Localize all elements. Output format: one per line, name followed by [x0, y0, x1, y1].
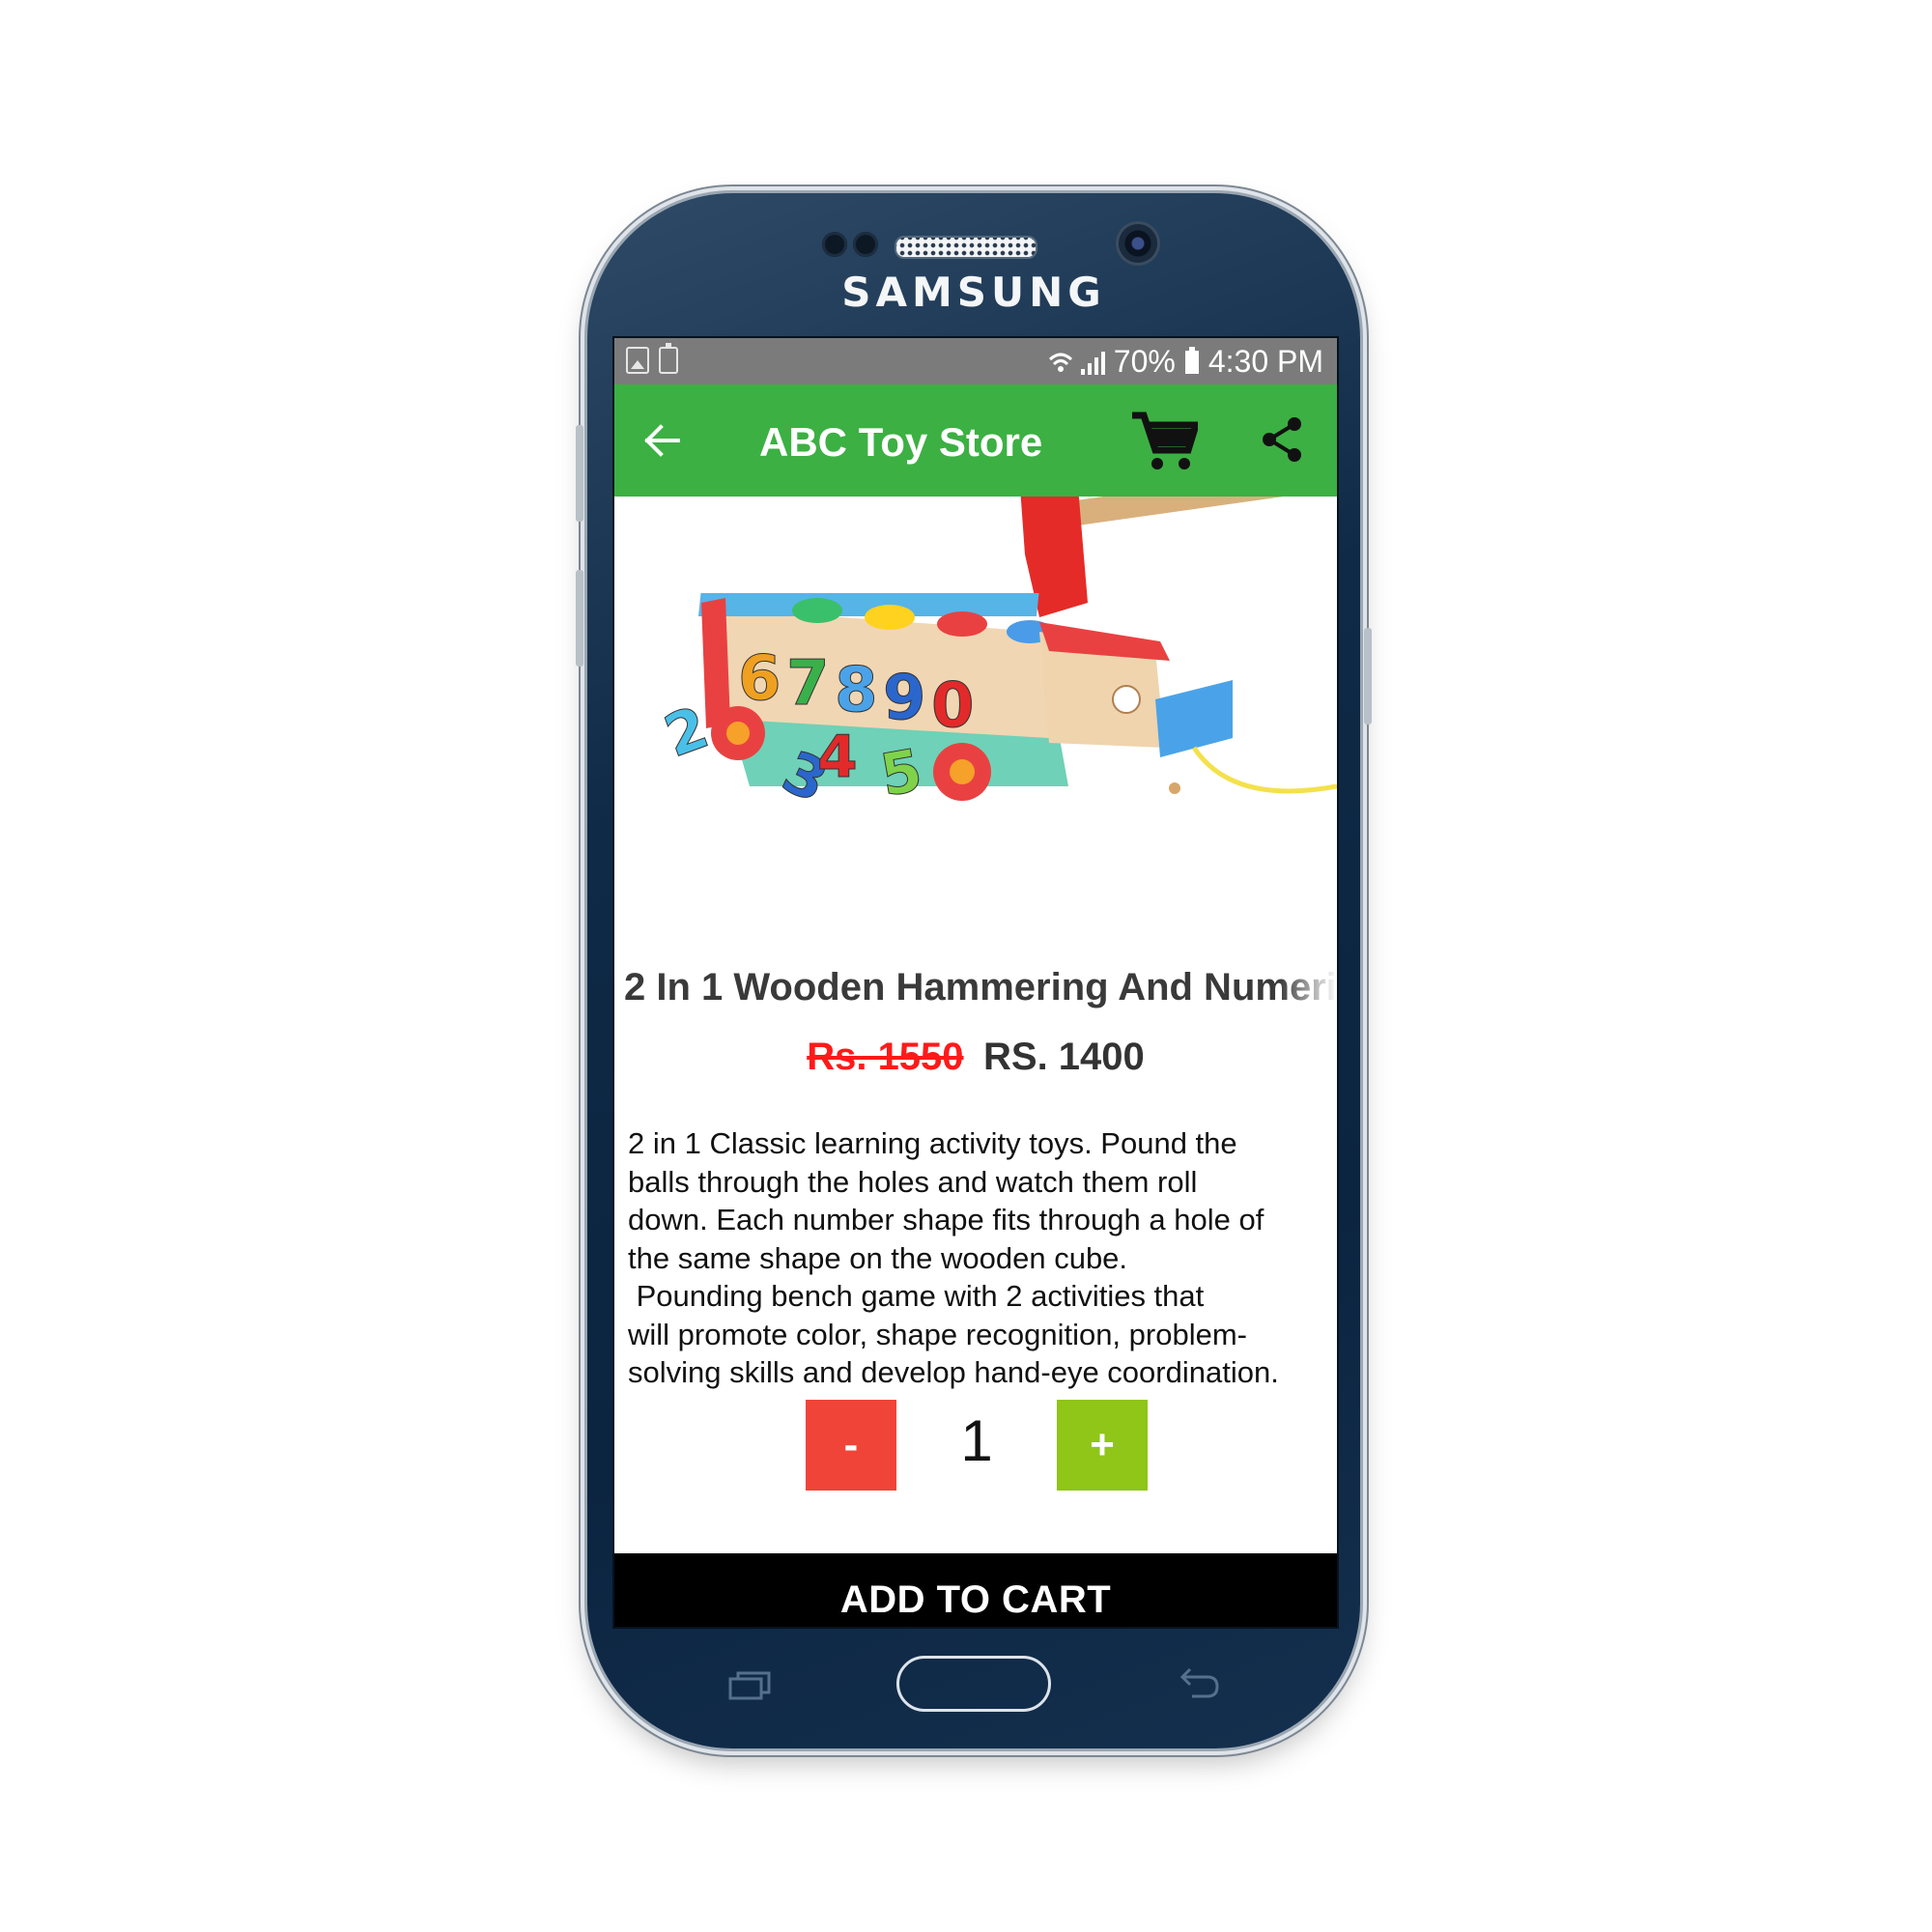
original-price: Rs. 1550	[807, 1036, 964, 1078]
loose-number-4: 4	[817, 724, 858, 791]
recent-apps-icon[interactable]	[728, 1671, 771, 1700]
notification-icons	[626, 343, 678, 374]
battery-icon	[1184, 346, 1199, 374]
volume-up-button	[576, 425, 583, 522]
price-row: Rs. 1550 RS. 1400	[614, 1032, 1337, 1082]
app-title: ABC Toy Store	[759, 419, 1043, 465]
power-button	[1364, 628, 1372, 724]
app-bar: ABC Toy Store	[614, 384, 1337, 497]
product-title: 2 In 1 Wooden Hammering And Numeric	[624, 966, 1337, 1009]
sale-price: RS. 1400	[983, 1036, 1145, 1078]
earpiece-speaker	[895, 236, 1037, 259]
toy-number-9: 9	[883, 663, 926, 734]
share-icon[interactable]	[1260, 415, 1304, 464]
toy-number-7: 7	[786, 648, 830, 720]
recycle-notification-icon	[659, 343, 678, 374]
shopping-cart-icon[interactable]	[1130, 410, 1198, 473]
battery-percent: 70%	[1113, 344, 1176, 379]
status-indicators: 70% 4:30 PM	[1048, 344, 1323, 380]
front-camera	[1119, 224, 1157, 263]
volume-down-button	[576, 570, 583, 667]
clock: 4:30 PM	[1208, 344, 1323, 379]
screen: 70% 4:30 PM ABC Toy Store 6 7 8 9 0 2 3 …	[612, 336, 1339, 1629]
increase-quantity-button[interactable]: +	[1057, 1399, 1148, 1491]
toy-number-0: 0	[931, 670, 975, 742]
home-button[interactable]	[896, 1656, 1051, 1712]
product-image[interactable]: 6 7 8 9 0 2 3 4 5	[614, 497, 1337, 960]
quantity-value: 1	[960, 1407, 993, 1473]
light-sensor	[853, 232, 878, 257]
toy-number-8: 8	[835, 655, 878, 726]
signal-icon	[1079, 348, 1108, 377]
wifi-icon	[1048, 348, 1073, 377]
status-bar: 70% 4:30 PM	[614, 338, 1337, 384]
product-description: 2 in 1 Classic learning activity toys. P…	[628, 1126, 1279, 1389]
phone-frame: SAMSUNG 70% 4:30 PM ABC Toy Store 6 7 8 …	[576, 193, 1372, 1748]
brand-logo: SAMSUNG	[841, 269, 1106, 316]
proximity-sensor	[822, 232, 847, 257]
add-to-cart-button[interactable]: ADD TO CART	[614, 1553, 1337, 1627]
gallery-notification-icon	[626, 347, 649, 374]
back-arrow-icon[interactable]	[643, 423, 682, 458]
toy-number-6: 6	[738, 643, 781, 715]
back-key-icon[interactable]	[1175, 1665, 1221, 1700]
decrease-quantity-button[interactable]: -	[806, 1399, 896, 1491]
quantity-stepper: - 1 +	[614, 1399, 1337, 1492]
